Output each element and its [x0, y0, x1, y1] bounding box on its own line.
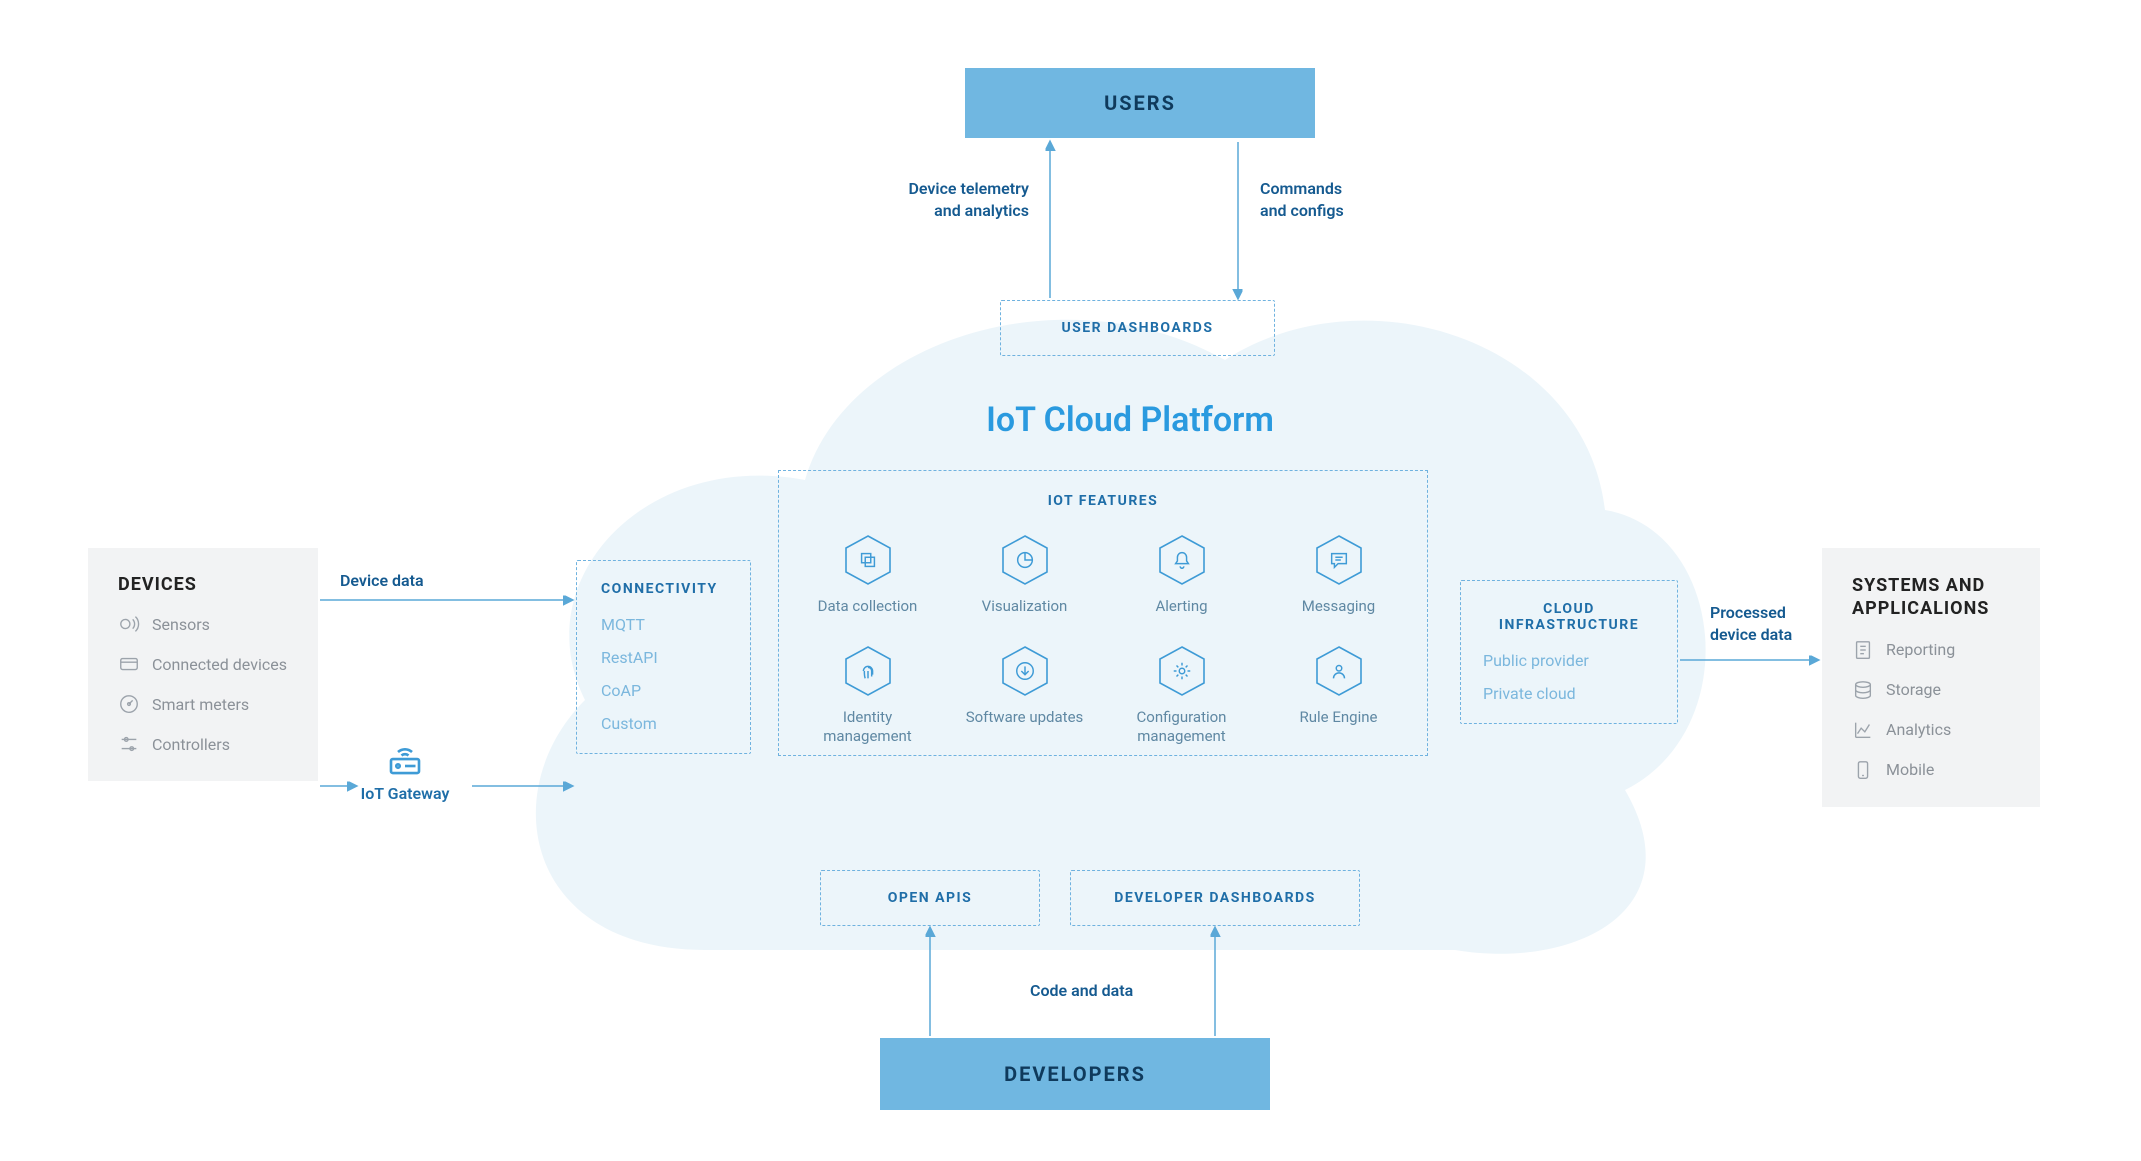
connector-lines — [0, 0, 2141, 1161]
